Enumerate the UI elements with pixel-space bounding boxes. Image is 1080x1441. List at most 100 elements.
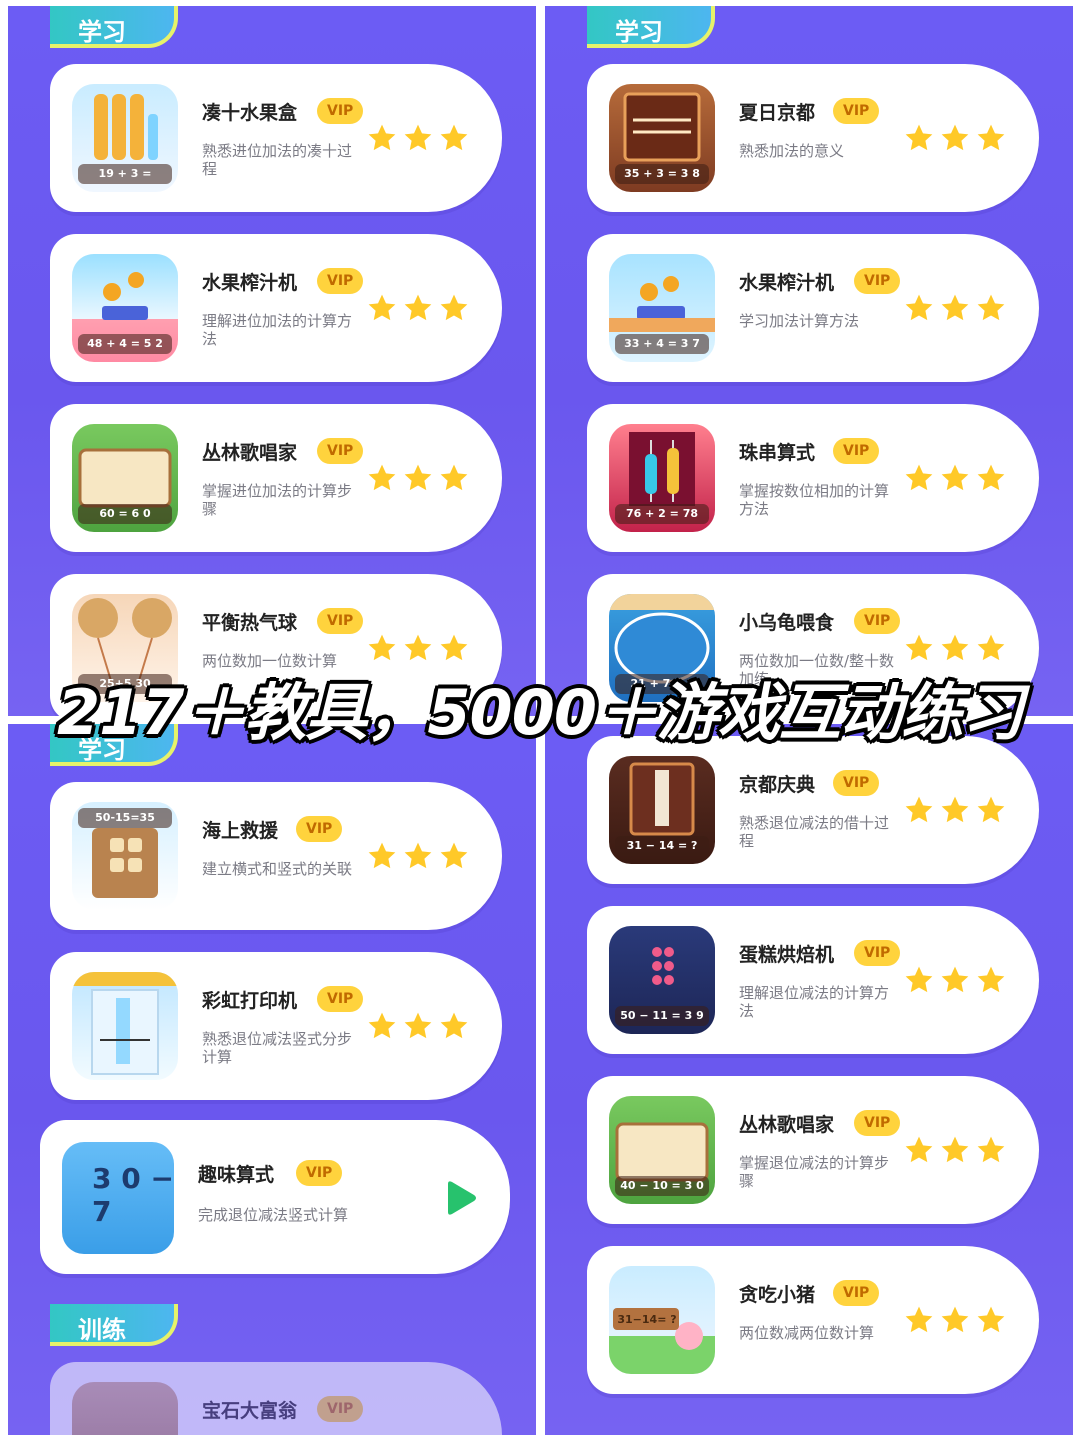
lesson-thumbnail: 76 + 2 = 78: [609, 424, 715, 532]
lesson-card[interactable]: 33 + 4 = 3 7 水果榨汁机 VIP 学习加法计算方法: [587, 234, 1039, 382]
lesson-description: 建立横式和竖式的关联: [202, 860, 353, 878]
star-icon: [366, 1010, 398, 1042]
thumb-formula: 3 0 − 7: [92, 1162, 174, 1228]
star-rating: [903, 632, 1013, 664]
thumb-formula: 76 + 2 = 78: [615, 504, 709, 524]
lesson-title: 京都庆典: [739, 774, 816, 796]
vip-badge: VIP: [296, 816, 343, 842]
lesson-thumbnail: 31 − 14 = ?: [609, 756, 715, 864]
section-label-study: 学习: [587, 6, 715, 48]
lesson-title: 夏日京都: [739, 102, 816, 124]
lesson-description: 熟悉退位减法竖式分步计算: [202, 1030, 353, 1066]
lesson-description: 理解进位加法的计算方法: [202, 312, 353, 348]
star-icon: [903, 632, 935, 664]
star-icon: [903, 1134, 935, 1166]
thumb-formula: 50-15=35: [78, 808, 172, 828]
star-icon: [939, 462, 971, 494]
thumb-formula: 33 + 4 = 3 7: [615, 334, 709, 354]
lesson-title: 水果榨汁机: [202, 272, 298, 294]
lesson-card[interactable]: 宝石大富翁 VIP: [50, 1362, 502, 1435]
lesson-card[interactable]: 19 + 3 = 凑十水果盒 VIP 熟悉进位加法的凑十过程: [50, 64, 502, 212]
vip-badge: VIP: [317, 98, 364, 124]
play-button[interactable]: [440, 1178, 480, 1218]
lesson-description: 完成退位减法竖式计算: [198, 1206, 349, 1224]
star-icon: [402, 292, 434, 324]
lesson-title: 水果榨汁机: [739, 272, 835, 294]
lesson-card[interactable]: 50 − 11 = 3 9 蛋糕烘焙机 VIP 理解退位减法的计算方法: [587, 906, 1039, 1054]
star-icon: [438, 292, 470, 324]
lesson-title: 珠串算式: [739, 442, 816, 464]
lesson-title: 宝石大富翁: [202, 1400, 298, 1422]
star-icon: [366, 292, 398, 324]
star-icon: [438, 462, 470, 494]
vip-badge: VIP: [833, 770, 880, 796]
lesson-title: 趣味算式: [198, 1164, 275, 1186]
vip-badge: VIP: [833, 98, 880, 124]
lesson-description: 熟悉退位减法的借十过程: [739, 814, 890, 850]
section-label-training: 训练: [50, 1304, 178, 1346]
lesson-title: 贪吃小猪: [739, 1284, 816, 1306]
star-icon: [438, 840, 470, 872]
lesson-card[interactable]: 60 = 6 0 丛林歌唱家 VIP 掌握进位加法的计算步骤: [50, 404, 502, 552]
lesson-thumbnail: 48 + 4 = 5 2: [72, 254, 178, 362]
star-rating: [366, 1010, 476, 1042]
thumb-formula: 60 = 6 0: [78, 504, 172, 524]
lesson-card-selected[interactable]: 3 0 − 7 趣味算式 VIP 完成退位减法竖式计算: [40, 1120, 510, 1274]
lesson-thumbnail: 3 0 − 7: [62, 1142, 174, 1254]
star-icon: [975, 292, 1007, 324]
lesson-card[interactable]: 48 + 4 = 5 2 水果榨汁机 VIP 理解进位加法的计算方法: [50, 234, 502, 382]
star-icon: [939, 632, 971, 664]
star-icon: [438, 122, 470, 154]
lesson-card[interactable]: 50-15=35 海上救援 VIP 建立横式和竖式的关联: [50, 782, 502, 930]
vip-badge: VIP: [317, 268, 364, 294]
lesson-thumbnail: [72, 972, 178, 1080]
lesson-card[interactable]: 76 + 2 = 78 珠串算式 VIP 掌握按数位相加的计算方法: [587, 404, 1039, 552]
lesson-thumbnail: 35 + 3 = 3 8: [609, 84, 715, 192]
lesson-title: 彩虹打印机: [202, 990, 298, 1012]
star-icon: [939, 1304, 971, 1336]
star-rating: [903, 794, 1013, 826]
lesson-title: 丛林歌唱家: [202, 442, 298, 464]
vip-badge: VIP: [854, 1110, 901, 1136]
vip-badge: VIP: [317, 608, 364, 634]
section-label-study: 学习: [50, 6, 178, 48]
lesson-description: 掌握退位减法的计算步骤: [739, 1154, 890, 1190]
lesson-thumbnail: [72, 1382, 178, 1435]
lesson-title: 平衡热气球: [202, 612, 298, 634]
lesson-card[interactable]: 彩虹打印机 VIP 熟悉退位减法竖式分步计算: [50, 952, 502, 1100]
lesson-title: 蛋糕烘焙机: [739, 944, 835, 966]
thumb-formula: 19 + 3 =: [78, 164, 172, 184]
star-icon: [903, 462, 935, 494]
panel-top-right: 学习 35 + 3 = 3 8 夏日京都 VIP 熟悉加法的意义 33 + 4 …: [545, 6, 1073, 716]
lesson-title: 凑十水果盒: [202, 102, 298, 124]
star-rating: [366, 122, 476, 154]
star-icon: [402, 840, 434, 872]
lesson-card[interactable]: 35 + 3 = 3 8 夏日京都 VIP 熟悉加法的意义: [587, 64, 1039, 212]
lesson-description: 掌握按数位相加的计算方法: [739, 482, 890, 518]
lesson-card[interactable]: 31−14= ? 贪吃小猪 VIP 两位数减两位数计算: [587, 1246, 1039, 1394]
panel-top-left: 学习 19 + 3 = 凑十水果盒 VIP 熟悉进位加法的凑十过程 48 + 4…: [8, 6, 536, 716]
star-rating: [903, 1304, 1013, 1336]
lesson-card[interactable]: 31 − 14 = ? 京都庆典 VIP 熟悉退位减法的借十过程: [587, 736, 1039, 884]
lesson-description: 熟悉进位加法的凑十过程: [202, 142, 353, 178]
star-icon: [939, 292, 971, 324]
star-icon: [903, 964, 935, 996]
lesson-title: 丛林歌唱家: [739, 1114, 835, 1136]
star-rating: [903, 964, 1013, 996]
star-icon: [975, 1304, 1007, 1336]
star-icon: [438, 632, 470, 664]
thumb-formula: 40 − 10 = 3 0: [615, 1176, 709, 1196]
star-rating: [903, 122, 1013, 154]
star-rating: [903, 462, 1013, 494]
thumb-formula: 48 + 4 = 5 2: [78, 334, 172, 354]
vip-badge: VIP: [317, 986, 364, 1012]
star-rating: [903, 1134, 1013, 1166]
vip-badge: VIP: [854, 940, 901, 966]
star-icon: [939, 1134, 971, 1166]
star-icon: [366, 632, 398, 664]
star-icon: [402, 1010, 434, 1042]
thumb-formula: 50 − 11 = 3 9: [615, 1006, 709, 1026]
lesson-title: 海上救援: [202, 820, 279, 842]
lesson-card[interactable]: 40 − 10 = 3 0 丛林歌唱家 VIP 掌握退位减法的计算步骤: [587, 1076, 1039, 1224]
star-rating: [366, 840, 476, 872]
